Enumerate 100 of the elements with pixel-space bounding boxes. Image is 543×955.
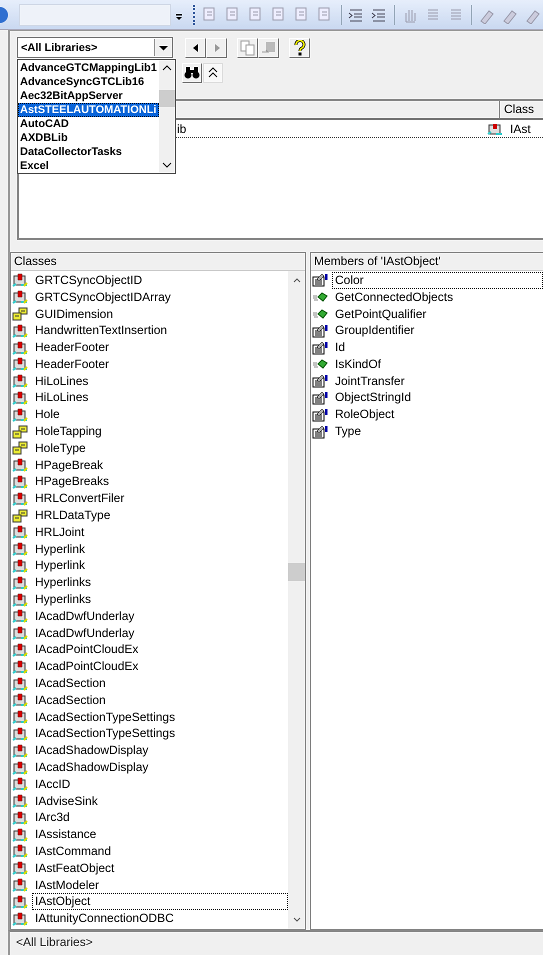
class-item[interactable]: HiLoLines — [32, 389, 92, 406]
search-button[interactable] — [182, 63, 202, 83]
library-option[interactable]: Excel — [18, 159, 159, 173]
member-item[interactable]: IsKindOf — [332, 356, 384, 373]
class-item[interactable]: HRLConvertFiler — [32, 490, 128, 508]
class-item[interactable]: HandwrittenTextInsertion — [32, 322, 170, 340]
library-dropdown[interactable]: <All Libraries> — [17, 37, 173, 58]
class-item[interactable]: HiLoLines — [32, 372, 92, 390]
class-icon — [12, 794, 28, 808]
class-item[interactable]: IAttunityConnectionODBC — [32, 910, 177, 928]
member-item[interactable]: ObjectStringId — [332, 389, 414, 406]
class-item[interactable]: IAcadDwfUnderlay — [32, 608, 138, 625]
column-header[interactable]: Class — [500, 101, 543, 118]
pane-header: Classes — [11, 253, 305, 271]
scrollbar[interactable] — [159, 60, 175, 173]
class-item[interactable]: Hyperlink — [32, 540, 88, 558]
class-item[interactable]: IAcadShadowDisplay — [32, 742, 152, 760]
scrollbar-thumb[interactable] — [288, 563, 305, 581]
class-icon — [12, 912, 28, 926]
scroll-up-icon[interactable] — [292, 276, 302, 284]
class-item[interactable]: Hyperlinks — [32, 591, 94, 608]
class-icon — [12, 558, 28, 573]
class-icon — [12, 693, 28, 708]
class-item[interactable]: IAcadPointCloudEx — [32, 641, 142, 658]
class-item[interactable]: GUIDimension — [32, 306, 116, 322]
class-icon — [12, 676, 28, 691]
member-item[interactable]: GroupIdentifier — [332, 322, 418, 340]
class-item[interactable]: IAcadPointCloudEx — [32, 658, 142, 676]
library-option[interactable]: Aec32BitAppServer — [18, 89, 159, 103]
class-item[interactable]: Hole — [32, 406, 63, 424]
class-icon — [12, 458, 28, 472]
class-item[interactable]: HRLDataType — [32, 507, 114, 524]
library-option[interactable]: DataCollectorTasks — [18, 145, 159, 159]
status-bar: <All Libraries> — [8, 930, 543, 955]
class-icon — [12, 340, 28, 355]
class-item[interactable]: Hyperlink — [32, 557, 88, 574]
class-item[interactable]: HoleTapping — [32, 423, 105, 440]
class-item[interactable]: IAstCommand — [32, 843, 114, 860]
class-item[interactable]: IAcadSectionTypeSettings — [32, 725, 178, 742]
member-item[interactable]: GetConnectedObjects — [332, 288, 456, 306]
library-option[interactable]: AutoCAD — [18, 117, 159, 131]
member-item[interactable]: Color — [332, 272, 543, 289]
class-icon — [12, 844, 28, 858]
class-item[interactable]: GRTCSyncObjectID — [32, 272, 146, 289]
forward-button[interactable] — [206, 38, 227, 58]
enum-icon — [12, 508, 28, 523]
help-button[interactable] — [289, 38, 310, 58]
toolbar-field[interactable] — [19, 4, 172, 26]
library-option[interactable]: AXDBLib — [18, 131, 159, 145]
binoculars-icon — [184, 66, 200, 80]
class-item[interactable]: GRTCSyncObjectIDArray — [32, 288, 174, 306]
dropdown-caret-icon[interactable] — [154, 39, 172, 56]
class-icon — [12, 592, 28, 607]
member-item[interactable]: Id — [332, 339, 348, 356]
result-class[interactable]: IAst — [510, 122, 531, 136]
class-item[interactable]: IAssistance — [32, 826, 100, 844]
class-icon — [12, 894, 28, 909]
member-item[interactable]: JointTransfer — [332, 372, 408, 390]
class-item[interactable]: IAcadSectionTypeSettings — [32, 708, 178, 726]
class-icon — [12, 357, 28, 372]
class-item[interactable]: IAstModeler — [32, 876, 102, 894]
scroll-down-icon[interactable] — [162, 161, 172, 169]
class-item[interactable]: HeaderFooter — [32, 339, 112, 356]
back-button[interactable] — [185, 38, 206, 58]
class-item[interactable]: HPageBreak — [32, 456, 106, 474]
class-item[interactable]: HRLJoint — [32, 524, 88, 541]
class-item[interactable]: IAstObject — [32, 893, 288, 910]
member-item[interactable]: GetPointQualifier — [332, 306, 430, 322]
enum-icon — [12, 306, 28, 321]
class-icon — [12, 324, 28, 338]
class-icon — [12, 861, 28, 876]
class-item[interactable]: IAccID — [32, 776, 74, 793]
scroll-down-icon[interactable] — [292, 916, 302, 924]
class-item[interactable]: HoleType — [32, 440, 89, 457]
enum-icon — [12, 441, 28, 456]
library-option[interactable]: AdvanceGTCMappingLib1 — [18, 61, 159, 75]
class-item[interactable]: IAdviseSink — [32, 792, 101, 810]
scrollbar[interactable] — [288, 271, 305, 929]
class-item[interactable]: IAcadSection — [32, 675, 109, 692]
library-option[interactable]: AstSTEELAUTOMATIONLi — [18, 103, 159, 117]
class-item[interactable]: IAstFeatObject — [32, 860, 118, 877]
class-icon — [12, 760, 28, 774]
library-option[interactable]: AdvanceSyncGTCLib16 — [18, 75, 159, 89]
class-item[interactable]: Hyperlinks — [32, 574, 94, 592]
member-item[interactable]: RoleObject — [332, 406, 398, 424]
toolbar-grip[interactable] — [193, 4, 198, 24]
class-item[interactable]: IAcadSection — [32, 692, 109, 709]
member-item[interactable]: Type — [332, 423, 364, 440]
scrollbar-thumb[interactable] — [159, 90, 175, 107]
class-item[interactable]: IArc3d — [32, 809, 73, 826]
class-icon — [487, 122, 503, 136]
class-item[interactable]: HeaderFooter — [32, 356, 112, 373]
view-definition-button[interactable] — [258, 38, 279, 58]
enum-icon — [12, 424, 28, 439]
class-item[interactable]: IAcadShadowDisplay — [32, 759, 152, 776]
copy-button[interactable] — [237, 38, 258, 58]
class-item[interactable]: HPageBreaks — [32, 473, 112, 490]
collapse-button[interactable] — [203, 63, 223, 83]
scroll-up-icon[interactable] — [162, 64, 172, 72]
class-item[interactable]: IAcadDwfUnderlay — [32, 624, 138, 642]
